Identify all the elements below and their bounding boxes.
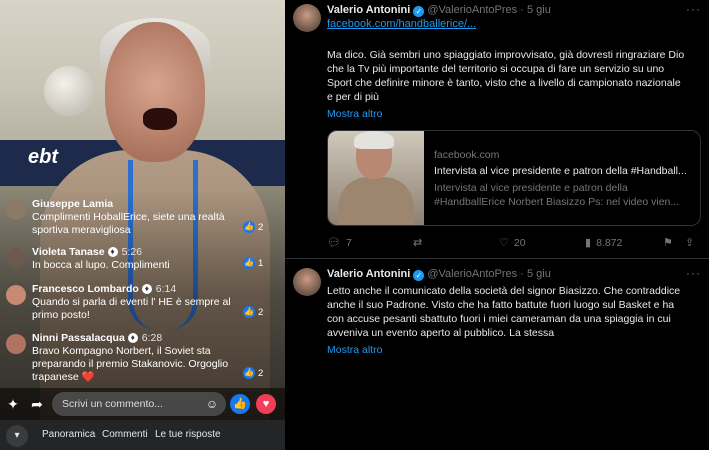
card-description: Intervista al vice presidente e patron d… xyxy=(434,182,680,208)
card-thumbnail xyxy=(328,131,424,225)
share-icon[interactable]: ➦ xyxy=(28,395,46,413)
top-fan-badge-icon: ♦ xyxy=(141,284,152,294)
speaker-mouth xyxy=(143,108,177,130)
thumbnail-hair xyxy=(354,131,394,149)
comment-timestamp: 5:26 xyxy=(121,246,142,258)
comment-author[interactable]: Ninni Passalacqua ♦ 6:28 xyxy=(32,332,162,344)
tweet-text: Letto anche il comunicato della società … xyxy=(327,285,681,339)
views-button[interactable]: ▮ 8.872 xyxy=(585,236,622,249)
bookmark-icon: ⚑ xyxy=(663,237,673,249)
tweet-author-name[interactable]: Valerio Antonini xyxy=(327,268,410,280)
tab-commenti[interactable]: Commenti xyxy=(102,429,148,440)
link-preview-card[interactable]: facebook.com Intervista al vice presiden… xyxy=(327,130,701,226)
thumbs-up-icon: 👍 xyxy=(243,367,255,379)
top-fan-badge-icon: ♦ xyxy=(127,333,138,343)
love-button[interactable]: ♥ xyxy=(256,394,276,414)
comment-text: Quando si parla di eventi l' HE è sempre… xyxy=(32,296,231,321)
top-fan-badge-icon: ♦ xyxy=(107,247,118,257)
tweet-header: Valerio Antonini ✓ @ValerioAntoPres · 5 gi… xyxy=(327,268,551,281)
tab-le-tue-risposte[interactable]: Le tue risposte xyxy=(155,429,221,440)
avatar[interactable] xyxy=(6,334,26,354)
reaction-count: 2 xyxy=(258,367,264,379)
tweet-header: Valerio Antonini ✓ @ValerioAntoPres · 5 gi… xyxy=(327,4,551,17)
reply-button[interactable]: 💬︎ 7 xyxy=(327,236,352,249)
tweet-actions: 💬︎ 7 ⇄ ♡ 20 ▮ 8.872 ⚑ ⇪ xyxy=(327,236,699,250)
avatar[interactable] xyxy=(293,268,321,296)
thumbs-up-icon: 👍 xyxy=(243,306,255,318)
comment-timestamp: 6:28 xyxy=(141,332,163,344)
comment-reactions[interactable]: 👍 2 xyxy=(243,305,279,319)
tweet-separator: · xyxy=(520,4,527,16)
tweet-author-handle[interactable]: @ValerioAntoPres xyxy=(427,4,517,16)
card-domain: facebook.com xyxy=(434,149,500,161)
video-lamp xyxy=(44,66,94,116)
thumbs-up-icon: 👍 xyxy=(243,221,255,233)
reaction-count: 2 xyxy=(258,306,264,318)
reply-icon: 💬︎ xyxy=(327,237,341,249)
reaction-count: 2 xyxy=(258,221,264,233)
like-button[interactable]: 👍 xyxy=(230,394,250,414)
verified-badge-icon: ✓ xyxy=(413,270,425,281)
reply-count: 7 xyxy=(345,237,352,249)
comment-author[interactable]: Giuseppe Lamia xyxy=(32,198,113,210)
tweet-author-name[interactable]: Valerio Antonini xyxy=(327,4,410,16)
comment-compose-bar: ✦ ➦ Scrivi un commento... ☺ 👍 ♥ xyxy=(0,388,285,420)
chevron-down-icon[interactable]: ▾ xyxy=(6,425,28,447)
more-options-icon[interactable]: ··· xyxy=(686,266,701,280)
bookmark-button[interactable]: ⚑ xyxy=(663,236,678,249)
twitter-feed-panel: Valerio Antonini ✓ @ValerioAntoPres · 5 gi… xyxy=(285,0,709,450)
speaker-head xyxy=(105,22,205,162)
tweet-link[interactable]: facebook.com/handballerice/... xyxy=(327,18,476,30)
comment-author[interactable]: Violeta Tanase ♦ 5:26 xyxy=(32,246,142,258)
views-chart-icon: ▮ xyxy=(585,237,592,249)
emoji-icon[interactable]: ☺ xyxy=(203,395,221,413)
comment-reactions[interactable]: 👍 2 xyxy=(243,220,279,234)
comment-text: Bravo Kompagno Norbert, il Soviet sta pr… xyxy=(32,345,229,383)
retweet-icon: ⇄ xyxy=(413,237,423,249)
tweet-divider xyxy=(285,258,709,259)
tweet-author-handle[interactable]: @ValerioAntoPres xyxy=(427,268,517,280)
facebook-live-panel: ebt Giuseppe Lamia Complimenti HoballEri… xyxy=(0,0,285,450)
thumbnail-body xyxy=(338,177,414,225)
sponsor-logo-text: ebt xyxy=(28,146,58,168)
share-button[interactable]: ⇪ xyxy=(685,236,699,249)
avatar[interactable] xyxy=(293,4,321,32)
tweet-timestamp[interactable]: 5 giu xyxy=(527,268,551,280)
sticker-icon[interactable]: ✦ xyxy=(4,395,22,413)
card-title: Intervista al vice presidente e patron d… xyxy=(434,165,687,177)
comment-reactions[interactable]: 👍 1 xyxy=(243,256,279,270)
verified-badge-icon: ✓ xyxy=(413,6,425,17)
share-icon: ⇪ xyxy=(685,237,695,249)
comment-timestamp: 6:14 xyxy=(155,283,177,295)
tweet-separator: · xyxy=(520,268,527,280)
tweet-timestamp[interactable]: 5 giu xyxy=(527,4,551,16)
show-more-link[interactable]: Mostra altro xyxy=(327,344,382,356)
avatar[interactable] xyxy=(6,200,26,220)
comment-text: Complimenti HoballErice, siete una realt… xyxy=(32,211,225,236)
more-options-icon[interactable]: ··· xyxy=(686,2,701,16)
like-count: 20 xyxy=(513,237,526,249)
show-more-link[interactable]: Mostra altro xyxy=(327,108,382,120)
tweet-text: Ma dico. Già sembri uno spiaggiato impro… xyxy=(327,49,685,103)
comment-reactions[interactable]: 👍 2 xyxy=(243,366,279,380)
retweet-button[interactable]: ⇄ xyxy=(413,236,427,249)
comment-author[interactable]: Francesco Lombardo ♦ 6:14 xyxy=(32,283,176,295)
thumbs-up-icon: 👍 xyxy=(243,257,255,269)
comment-tabs: ▾ Panoramica Commenti Le tue risposte xyxy=(0,420,285,450)
avatar[interactable] xyxy=(6,285,26,305)
avatar[interactable] xyxy=(6,248,26,268)
like-button[interactable]: ♡ 20 xyxy=(499,236,526,249)
reaction-count: 1 xyxy=(258,257,264,269)
view-count: 8.872 xyxy=(596,237,623,249)
comment-input[interactable]: Scrivi un commento... xyxy=(52,392,226,416)
comment-text: In bocca al lupo. Complimenti xyxy=(32,259,170,271)
heart-icon: ♡ xyxy=(499,237,509,249)
tab-panoramica[interactable]: Panoramica xyxy=(42,429,95,440)
